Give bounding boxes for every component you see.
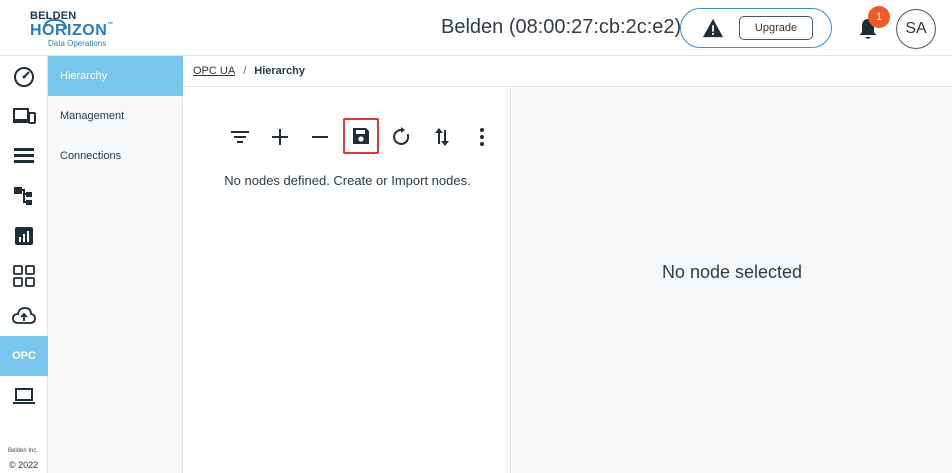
- node-tree-panel: No nodes defined. Create or Import nodes…: [184, 87, 511, 473]
- sort-icon: [435, 128, 449, 146]
- breadcrumb-separator: /: [243, 65, 247, 77]
- rail-list[interactable]: [0, 136, 48, 176]
- rail-dashboard[interactable]: [0, 56, 48, 96]
- laptop-icon: [13, 388, 35, 404]
- notification-count-badge: 1: [868, 6, 890, 28]
- user-avatar[interactable]: SA: [896, 9, 936, 49]
- warning-icon[interactable]: [702, 18, 724, 38]
- remove-node-button[interactable]: [304, 121, 336, 153]
- more-options-button[interactable]: [466, 121, 498, 153]
- rail-apps[interactable]: [0, 256, 48, 296]
- rail-analytics[interactable]: [0, 216, 48, 256]
- submenu-item-hierarchy[interactable]: Hierarchy: [48, 56, 183, 96]
- add-icon: [272, 129, 288, 145]
- more-icon: [480, 128, 484, 146]
- opc-label: OPC: [12, 350, 36, 362]
- opc-submenu: Hierarchy Management Connections: [48, 56, 183, 473]
- rail-hierarchy[interactable]: [0, 176, 48, 216]
- footer-company: Belden Inc.: [8, 448, 39, 454]
- alert-pill: Upgrade: [680, 8, 832, 48]
- refresh-button[interactable]: [386, 121, 418, 153]
- rail-opc[interactable]: OPC: [0, 336, 48, 376]
- empty-nodes-message: No nodes defined. Create or Import nodes…: [224, 173, 471, 188]
- hierarchy-icon: [14, 187, 32, 205]
- submenu-item-connections[interactable]: Connections: [48, 136, 183, 176]
- filter-button[interactable]: [224, 121, 256, 153]
- upgrade-button[interactable]: Upgrade: [739, 16, 813, 40]
- filter-icon: [231, 131, 249, 143]
- footer-copyright: © 2022: [9, 460, 39, 470]
- rail-cloud-upload[interactable]: [0, 296, 48, 336]
- belden-horizon-logo[interactable]: BELDEN HORIZON™ Data Operations: [30, 10, 130, 50]
- cloud-upload-icon: [12, 307, 36, 324]
- no-node-selected-text: No node selected: [661, 262, 803, 282]
- breadcrumb: OPC UA / Hierarchy: [183, 56, 952, 87]
- device-title: Belden (08:00:27:cb:2c:e2): [441, 16, 682, 38]
- refresh-icon: [393, 127, 410, 145]
- save-button[interactable]: [343, 118, 379, 154]
- icon-rail: OPC: [0, 56, 48, 473]
- analytics-icon: [15, 227, 33, 245]
- breadcrumb-current: Hierarchy: [254, 65, 306, 77]
- breadcrumb-opc-ua-link[interactable]: OPC UA: [193, 65, 235, 77]
- remove-icon: [312, 136, 328, 138]
- sort-button[interactable]: [426, 121, 458, 153]
- rail-laptop[interactable]: [0, 376, 48, 416]
- node-detail-panel: No node selected: [512, 87, 952, 473]
- add-node-button[interactable]: [264, 121, 296, 153]
- rail-devices[interactable]: [0, 96, 48, 136]
- logo-line-2: HORIZON™: [30, 22, 114, 39]
- submenu-item-management[interactable]: Management: [48, 96, 183, 136]
- logo-line-3: Data Operations: [48, 39, 107, 48]
- list-icon: [14, 148, 34, 163]
- save-icon: [353, 128, 369, 144]
- top-header: BELDEN HORIZON™ Data Operations Belden (…: [0, 0, 952, 56]
- devices-icon: [13, 108, 36, 124]
- dashboard-icon: [14, 67, 34, 87]
- apps-grid-icon: [13, 265, 35, 287]
